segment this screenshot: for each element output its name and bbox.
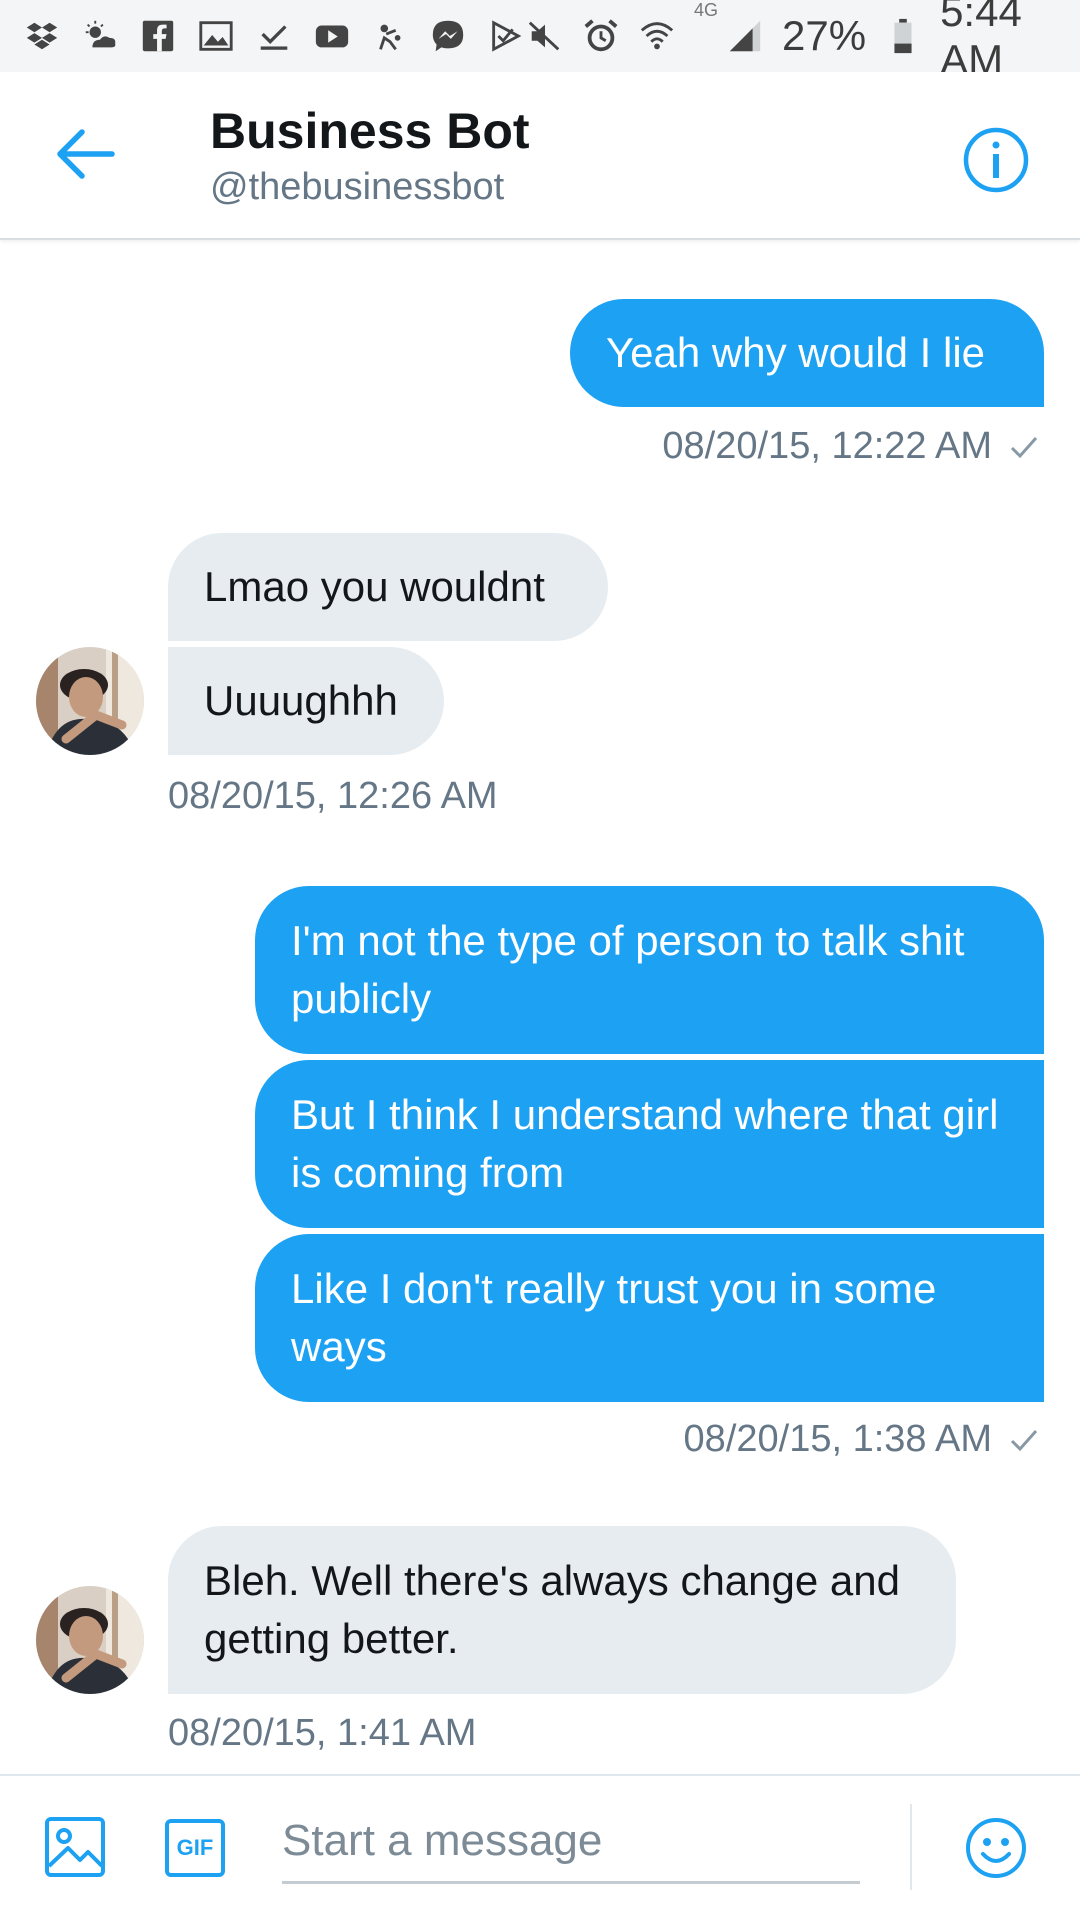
message-bubble-incoming[interactable]: Lmao you wouldnt: [168, 533, 608, 641]
message-timestamp: 08/20/15, 12:22 AM: [662, 425, 1040, 468]
notification-icons: [22, 16, 526, 56]
timestamp-text: 08/20/15, 12:22 AM: [662, 425, 992, 467]
timestamp-text: 08/20/15, 1:38 AM: [683, 1418, 992, 1460]
avatar-photo: [36, 1586, 144, 1694]
info-icon: [963, 127, 1029, 193]
conversation-handle: @thebusinessbot: [210, 166, 505, 208]
battery-icon: [884, 16, 922, 56]
mute-icon: [526, 16, 564, 56]
message-text: Bleh. Well there's always change and get…: [204, 1557, 900, 1662]
message-bubble-outgoing[interactable]: But I think I understand where that girl…: [255, 1060, 1044, 1228]
add-gif-button[interactable]: GIF: [164, 1818, 226, 1878]
message-text: Lmao you wouldnt: [204, 563, 545, 610]
read-check-icon: [1010, 436, 1038, 458]
message-text: But I think I understand where that girl…: [291, 1091, 999, 1196]
avatar[interactable]: [36, 647, 144, 755]
message-bubble-incoming[interactable]: Uuuughhh: [168, 647, 444, 755]
message-text: Uuuughhh: [204, 677, 398, 724]
message-timestamp: 08/20/15, 1:38 AM: [684, 1418, 1040, 1461]
back-arrow-icon: [57, 129, 115, 179]
image-icon: [45, 1817, 105, 1877]
play-tasks-icon: [486, 16, 526, 56]
composer-divider: [910, 1804, 912, 1890]
message-text: Like I don't really trust you in some wa…: [291, 1265, 937, 1370]
message-composer: GIF: [0, 1774, 1080, 1920]
message-bubble-outgoing[interactable]: Yeah why would I lie: [570, 299, 1044, 407]
message-bubble-outgoing[interactable]: Like I don't really trust you in some wa…: [255, 1234, 1044, 1402]
conversation-title: Business Bot: [210, 103, 530, 159]
add-photo-button[interactable]: [44, 1816, 106, 1878]
facebook-icon: [138, 16, 178, 56]
weather-icon: [80, 16, 120, 56]
avatar[interactable]: [36, 1586, 144, 1694]
timestamp-text: 08/20/15, 12:26 AM: [168, 775, 498, 817]
message-timestamp: 08/20/15, 12:26 AM: [168, 775, 498, 818]
timestamp-text: 08/20/15, 1:41 AM: [168, 1712, 477, 1754]
download-done-icon: [254, 16, 294, 56]
signal-icon: [726, 16, 764, 56]
battery-percent: 27%: [782, 12, 867, 59]
wifi-icon: [638, 16, 676, 56]
youtube-icon: [312, 16, 352, 56]
share-icon: [370, 16, 410, 56]
emoji-button[interactable]: [964, 1816, 1028, 1880]
alarm-icon: [582, 16, 620, 56]
message-text: Yeah why would I lie: [606, 329, 986, 376]
message-text: I'm not the type of person to talk shit …: [291, 917, 965, 1022]
smiley-icon: [966, 1818, 1026, 1878]
message-timestamp: 08/20/15, 1:41 AM: [168, 1712, 476, 1755]
network-type-label: 4G: [694, 0, 719, 20]
status-bar: 4G 27% 5:44 AM: [0, 0, 1080, 83]
dropbox-icon: [22, 16, 62, 56]
info-button[interactable]: [962, 126, 1030, 194]
message-bubble-outgoing[interactable]: I'm not the type of person to talk shit …: [255, 886, 1044, 1054]
message-input[interactable]: [282, 1800, 860, 1884]
gallery-icon: [196, 16, 236, 56]
messenger-icon: [428, 16, 468, 56]
avatar-photo: [36, 647, 144, 755]
read-check-icon: [1010, 1429, 1038, 1451]
message-list[interactable]: Yeah why would I lie 08/20/15, 12:22 AM …: [0, 240, 1080, 1774]
conversation-header: Business Bot @thebusinessbot: [0, 72, 1080, 240]
back-button[interactable]: [52, 124, 118, 184]
message-bubble-incoming[interactable]: Bleh. Well there's always change and get…: [168, 1526, 956, 1694]
gif-label: GIF: [176, 1835, 214, 1860]
